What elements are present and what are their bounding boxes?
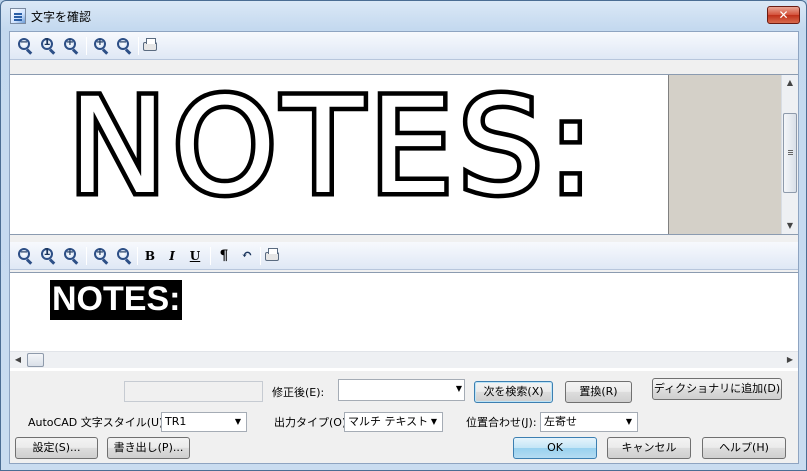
- scroll-thumb[interactable]: [27, 353, 44, 367]
- toolbar-separator: [210, 247, 211, 265]
- toolbar-separator: [86, 247, 87, 265]
- chevron-down-icon: ▼: [234, 417, 242, 426]
- scan-preview-pane: NOTES: ▲ ▼: [10, 70, 798, 257]
- window-title: 文字を確認: [31, 10, 92, 24]
- underline-button[interactable]: U: [186, 247, 204, 265]
- printer-icon[interactable]: [141, 37, 159, 55]
- export-button[interactable]: 書き出し(P)...: [107, 437, 190, 459]
- original-word-field: [124, 381, 263, 402]
- zoom-actual-icon[interactable]: 1: [39, 37, 57, 55]
- settings-button[interactable]: 設定(S)...: [15, 437, 98, 459]
- undo-icon[interactable]: ↶: [238, 247, 256, 265]
- toolbar-separator: [260, 247, 261, 265]
- scanned-text-image: NOTES:: [64, 70, 599, 224]
- chevron-down-icon: ▼: [430, 417, 438, 426]
- zoom-out-small-icon[interactable]: −: [115, 247, 133, 265]
- toolbar-separator: [138, 37, 139, 55]
- recognized-text-editor[interactable]: NOTES: ◀ ▶: [10, 272, 798, 371]
- help-button[interactable]: ヘルプ(H): [702, 437, 786, 459]
- alignment-label: 位置合わせ(J):: [466, 416, 537, 429]
- close-button[interactable]: ✕: [767, 6, 800, 24]
- scroll-down-arrow[interactable]: ▼: [782, 218, 798, 234]
- italic-button[interactable]: I: [163, 247, 181, 265]
- zoom-in-icon[interactable]: +: [92, 247, 110, 265]
- text-style-label: AutoCAD 文字スタイル(U):: [28, 416, 168, 429]
- printer-icon[interactable]: [263, 247, 281, 265]
- output-type-select[interactable]: マルチ テキスト ▼: [344, 412, 443, 432]
- chevron-down-icon: ▼: [625, 417, 633, 426]
- text-style-select[interactable]: TR1 ▼: [161, 412, 247, 432]
- editor-horizontal-scrollbar[interactable]: ◀ ▶: [10, 351, 798, 368]
- zoom-out-icon[interactable]: −: [16, 37, 34, 55]
- correction-label: 修正後(E):: [272, 386, 325, 399]
- scroll-left-arrow[interactable]: ◀: [10, 352, 26, 368]
- toolbar-separator: [86, 37, 87, 55]
- selected-text[interactable]: NOTES:: [50, 280, 183, 320]
- title-bar[interactable]: 文字を確認 ✕: [1, 1, 806, 31]
- output-type-label: 出力タイプ(O):: [274, 416, 350, 429]
- replace-button[interactable]: 置換(R): [565, 381, 632, 403]
- scroll-right-arrow[interactable]: ▶: [782, 352, 798, 368]
- dialog-client-area: − 1 + + − NOTES: ▲ ▼ − 1 + + − B I U ¶ ↶…: [9, 31, 799, 464]
- ok-button[interactable]: OK: [513, 437, 597, 459]
- cancel-button[interactable]: キャンセル: [607, 437, 691, 459]
- add-to-dictionary-button[interactable]: ディクショナリに追加(D): [652, 378, 782, 400]
- find-next-button[interactable]: 次を検索(X): [474, 381, 553, 403]
- alignment-select[interactable]: 左寄せ ▼: [540, 412, 638, 432]
- scroll-thumb[interactable]: [783, 113, 797, 193]
- zoom-actual-icon[interactable]: 1: [39, 247, 57, 265]
- pilcrow-icon[interactable]: ¶: [215, 247, 233, 265]
- scroll-up-arrow[interactable]: ▲: [782, 75, 798, 91]
- preview-toolbar: − 1 + + −: [10, 32, 798, 60]
- zoom-fit-icon[interactable]: +: [62, 247, 80, 265]
- app-icon: [10, 8, 26, 24]
- chevron-down-icon[interactable]: ▼: [456, 384, 462, 393]
- zoom-fit-icon[interactable]: +: [62, 37, 80, 55]
- editor-toolbar: − 1 + + − B I U ¶ ↶: [10, 242, 798, 270]
- preview-margin: [668, 75, 781, 234]
- toolbar-separator: [137, 247, 138, 265]
- zoom-out-icon[interactable]: −: [16, 247, 34, 265]
- correction-combobox[interactable]: ▼: [338, 379, 465, 401]
- bold-button[interactable]: B: [141, 247, 159, 265]
- zoom-in-icon[interactable]: +: [92, 37, 110, 55]
- dialog-window: 文字を確認 ✕ − 1 + + − NOTES: ▲ ▼ − 1 + + − B…: [0, 0, 807, 471]
- zoom-out-small-icon[interactable]: −: [115, 37, 133, 55]
- preview-vertical-scrollbar[interactable]: ▲ ▼: [781, 75, 798, 234]
